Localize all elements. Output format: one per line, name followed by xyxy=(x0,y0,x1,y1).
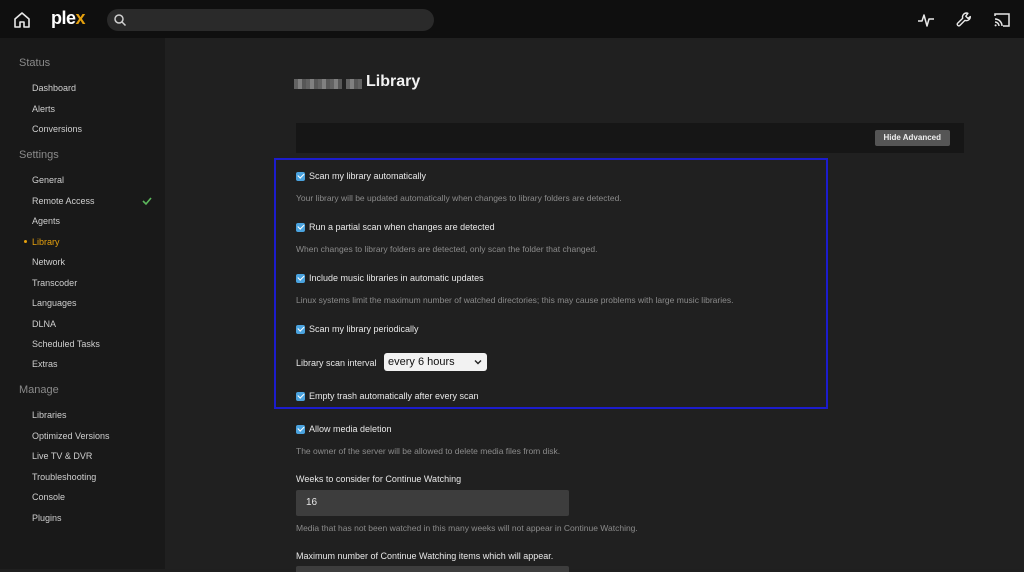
search-input[interactable] xyxy=(107,9,434,31)
wrench-icon[interactable] xyxy=(955,11,973,29)
checkbox-checked[interactable] xyxy=(296,222,305,232)
sidebar-item-agents[interactable]: Agents xyxy=(32,216,60,226)
sidebar-item-optimized-versions[interactable]: Optimized Versions xyxy=(32,431,110,441)
chevron-down-icon xyxy=(474,360,482,365)
redacted-server-name xyxy=(294,79,342,89)
activity-icon[interactable] xyxy=(917,11,935,29)
sidebar-item-live-tv-dvr[interactable]: Live TV & DVR xyxy=(32,451,92,461)
scan-auto-desc: Your library will be updated automatical… xyxy=(296,193,622,203)
music-libs-desc: Linux systems limit the maximum number o… xyxy=(296,295,734,305)
checkbox-checked[interactable] xyxy=(296,324,305,334)
continue-watching-weeks-desc: Media that has not been watched in this … xyxy=(296,523,638,533)
scan-auto-option[interactable]: Scan my library automatically xyxy=(296,171,426,181)
max-continue-items-label: Maximum number of Continue Watching item… xyxy=(296,551,554,561)
continue-watching-weeks-label: Weeks to consider for Continue Watching xyxy=(296,474,462,484)
sidebar-item-dlna[interactable]: DLNA xyxy=(32,319,56,329)
advanced-bar: Hide Advanced xyxy=(296,123,964,153)
checkbox-checked[interactable] xyxy=(296,391,305,401)
allow-deletion-option[interactable]: Allow media deletion xyxy=(296,424,392,434)
sidebar-item-console[interactable]: Console xyxy=(32,492,65,502)
redacted-server-name xyxy=(346,79,362,89)
checkbox-checked[interactable] xyxy=(296,424,305,434)
sidebar-item-libraries[interactable]: Libraries xyxy=(32,410,67,420)
sidebar-section-settings: Settings xyxy=(19,149,59,161)
cast-icon[interactable] xyxy=(993,11,1011,29)
sidebar-item-extras[interactable]: Extras xyxy=(32,359,58,369)
scan-interval-label: Library scan interval xyxy=(296,358,377,368)
sidebar-item-dashboard[interactable]: Dashboard xyxy=(32,83,76,93)
sidebar-section-manage: Manage xyxy=(19,384,59,396)
partial-scan-option[interactable]: Run a partial scan when changes are dete… xyxy=(296,222,495,232)
music-libs-option[interactable]: Include music libraries in automatic upd… xyxy=(296,273,484,283)
main-content: Library Hide Advanced Scan my library au… xyxy=(165,38,1024,572)
checkbox-checked[interactable] xyxy=(296,273,305,283)
active-indicator xyxy=(24,240,27,243)
sidebar-item-transcoder[interactable]: Transcoder xyxy=(32,278,77,288)
sidebar-item-scheduled-tasks[interactable]: Scheduled Tasks xyxy=(32,339,100,349)
home-icon[interactable] xyxy=(12,10,32,30)
sidebar-item-general[interactable]: General xyxy=(32,175,64,185)
allow-deletion-desc: The owner of the server will be allowed … xyxy=(296,446,561,456)
check-icon xyxy=(142,197,152,206)
sidebar: Status Dashboard Alerts Conversions Sett… xyxy=(0,38,165,569)
sidebar-item-conversions[interactable]: Conversions xyxy=(32,124,82,134)
scan-periodic-option[interactable]: Scan my library periodically xyxy=(296,324,419,334)
empty-trash-option[interactable]: Empty trash automatically after every sc… xyxy=(296,391,479,401)
sidebar-item-troubleshooting[interactable]: Troubleshooting xyxy=(32,472,96,482)
scan-interval-select[interactable]: every 6 hours xyxy=(384,353,487,371)
max-continue-items-input[interactable] xyxy=(296,566,569,572)
sidebar-item-alerts[interactable]: Alerts xyxy=(32,104,55,114)
checkbox-checked[interactable] xyxy=(296,171,305,181)
plex-logo[interactable]: plex xyxy=(51,8,86,29)
partial-scan-desc: When changes to library folders are dete… xyxy=(296,244,598,254)
sidebar-item-plugins[interactable]: Plugins xyxy=(32,513,62,523)
continue-watching-weeks-input[interactable]: 16 xyxy=(296,490,569,516)
sidebar-item-network[interactable]: Network xyxy=(32,257,65,267)
sidebar-item-languages[interactable]: Languages xyxy=(32,298,77,308)
search-icon xyxy=(114,14,127,27)
sidebar-item-library[interactable]: Library xyxy=(32,237,60,247)
hide-advanced-button[interactable]: Hide Advanced xyxy=(874,130,950,146)
sidebar-item-remote-access[interactable]: Remote Access xyxy=(32,196,95,206)
top-bar: plex xyxy=(0,0,1024,38)
sidebar-section-status: Status xyxy=(19,57,51,69)
page-title: Library xyxy=(366,73,421,90)
